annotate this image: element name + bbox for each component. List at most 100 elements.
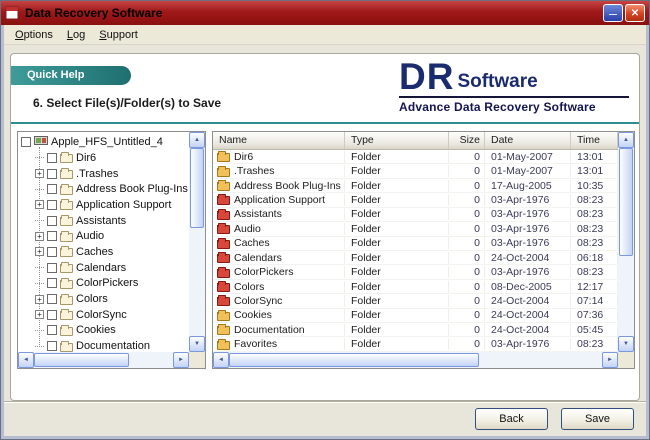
- table-row[interactable]: ColorPickersFolder003-Apr-197608:23: [213, 265, 618, 279]
- tree-horizontal-scrollbar[interactable]: ◄ ►: [18, 352, 189, 368]
- scrollbar-thumb[interactable]: [190, 148, 204, 228]
- checkbox[interactable]: [47, 325, 57, 335]
- tree-item[interactable]: +Colors: [35, 291, 189, 307]
- file-time: 05:45: [571, 324, 618, 336]
- tree-item[interactable]: Assistants: [35, 213, 189, 229]
- file-date: 24-Oct-2004: [485, 309, 571, 321]
- scroll-up-icon[interactable]: ▲: [618, 132, 634, 148]
- tree-item[interactable]: +Audio: [35, 228, 189, 244]
- expand-plus-icon[interactable]: +: [35, 310, 44, 319]
- scroll-left-icon[interactable]: ◄: [213, 352, 229, 368]
- checkbox[interactable]: [47, 278, 57, 288]
- tree-item-label: Assistants: [76, 215, 126, 227]
- table-row[interactable]: AudioFolder003-Apr-197608:23: [213, 222, 618, 236]
- column-header-type[interactable]: Type: [345, 132, 449, 149]
- table-row[interactable]: AssistantsFolder003-Apr-197608:23: [213, 208, 618, 222]
- file-date: 03-Apr-1976: [485, 194, 571, 206]
- deleted-folder-icon: [217, 283, 230, 292]
- table-row[interactable]: Address Book Plug-InsFolder017-Aug-20051…: [213, 179, 618, 193]
- checkbox[interactable]: [47, 263, 57, 273]
- checkbox[interactable]: [47, 231, 57, 241]
- column-header-date[interactable]: Date: [485, 132, 571, 149]
- scroll-down-icon[interactable]: ▼: [618, 336, 634, 352]
- expand-plus-icon[interactable]: +: [35, 200, 44, 209]
- column-header-size[interactable]: Size: [449, 132, 485, 149]
- file-size: 0: [449, 208, 485, 220]
- scroll-right-icon[interactable]: ►: [173, 352, 189, 368]
- checkbox[interactable]: [47, 153, 57, 163]
- scroll-right-icon[interactable]: ►: [602, 352, 618, 368]
- app-icon: [5, 6, 20, 21]
- file-name-cell: Colors: [213, 281, 345, 293]
- menu-item-options[interactable]: Options: [8, 27, 60, 43]
- checkbox[interactable]: [47, 184, 57, 194]
- tree-root-item[interactable]: Apple_HFS_Untitled_4: [21, 134, 189, 150]
- column-header-name[interactable]: Name: [213, 132, 345, 149]
- tree-item-label: Application Support: [76, 199, 171, 211]
- tree-connector: [35, 189, 44, 190]
- list-vertical-scrollbar[interactable]: ▲ ▼: [618, 132, 634, 352]
- tree-item[interactable]: Calendars: [35, 260, 189, 276]
- close-button[interactable]: ✕: [625, 4, 645, 22]
- deleted-folder-icon: [217, 211, 230, 220]
- file-size: 0: [449, 165, 485, 177]
- expand-plus-icon[interactable]: +: [35, 247, 44, 256]
- table-row[interactable]: .TrashesFolder001-May-200713:01: [213, 164, 618, 178]
- window-title: Data Recovery Software: [25, 6, 603, 20]
- file-type: Folder: [345, 237, 449, 249]
- save-button[interactable]: Save: [561, 408, 634, 430]
- tree-connector: [35, 330, 44, 331]
- checkbox[interactable]: [47, 200, 57, 210]
- scroll-down-icon[interactable]: ▼: [189, 336, 205, 352]
- file-size: 0: [449, 194, 485, 206]
- list-horizontal-scrollbar[interactable]: ◄ ►: [213, 352, 618, 368]
- tree-item[interactable]: + Application Support: [35, 197, 189, 213]
- checkbox[interactable]: [47, 216, 57, 226]
- checkbox[interactable]: [47, 247, 57, 257]
- tree-item[interactable]: +.Trashes: [35, 166, 189, 182]
- file-type: Folder: [345, 309, 449, 321]
- table-row[interactable]: CachesFolder003-Apr-197608:23: [213, 237, 618, 251]
- menu-item-log[interactable]: Log: [60, 27, 92, 43]
- back-button[interactable]: Back: [475, 408, 548, 430]
- checkbox[interactable]: [47, 294, 57, 304]
- checkbox[interactable]: [21, 137, 31, 147]
- checkbox[interactable]: [47, 310, 57, 320]
- file-name: Address Book Plug-Ins: [234, 180, 341, 192]
- scroll-left-icon[interactable]: ◄: [18, 352, 34, 368]
- table-row[interactable]: ColorsFolder008-Dec-200512:17: [213, 280, 618, 294]
- expand-plus-icon[interactable]: +: [35, 295, 44, 304]
- tree-item-label: Documentation: [76, 340, 150, 352]
- file-name: Assistants: [234, 208, 282, 220]
- menu-item-support[interactable]: Support: [92, 27, 145, 43]
- scrollbar-thumb[interactable]: [229, 353, 479, 367]
- tree-item[interactable]: Dir6: [35, 150, 189, 166]
- table-row[interactable]: ColorSyncFolder024-Oct-200407:14: [213, 294, 618, 308]
- scrollbar-thumb[interactable]: [34, 353, 129, 367]
- file-type: Folder: [345, 223, 449, 235]
- tree-item[interactable]: Cookies: [35, 323, 189, 339]
- table-row[interactable]: Dir6Folder001-May-200713:01: [213, 150, 618, 164]
- column-header-time[interactable]: Time: [571, 132, 618, 149]
- table-row[interactable]: Application SupportFolder003-Apr-197608:…: [213, 193, 618, 207]
- expand-plus-icon[interactable]: +: [35, 169, 44, 178]
- tree-item[interactable]: +Caches: [35, 244, 189, 260]
- table-row[interactable]: CookiesFolder024-Oct-200407:36: [213, 309, 618, 323]
- table-row[interactable]: DocumentationFolder024-Oct-200405:45: [213, 323, 618, 337]
- file-date: 24-Oct-2004: [485, 324, 571, 336]
- tree-vertical-scrollbar[interactable]: ▲ ▼: [189, 132, 205, 352]
- expand-plus-icon[interactable]: +: [35, 232, 44, 241]
- tree-item[interactable]: Documentation: [35, 338, 189, 352]
- minimize-button[interactable]: —: [603, 4, 623, 22]
- checkbox[interactable]: [47, 341, 57, 351]
- tree-item[interactable]: +ColorSync: [35, 307, 189, 323]
- file-type: Folder: [345, 295, 449, 307]
- tree-item[interactable]: Address Book Plug-Ins: [35, 181, 189, 197]
- tree-item[interactable]: ColorPickers: [35, 276, 189, 292]
- table-row[interactable]: CalendarsFolder024-Oct-200406:18: [213, 251, 618, 265]
- checkbox[interactable]: [47, 169, 57, 179]
- table-row[interactable]: FavoritesFolder003-Apr-197608:23: [213, 337, 618, 351]
- file-list-pane: NameTypeSizeDateTime Dir6Folder001-May-2…: [212, 131, 635, 369]
- scrollbar-thumb[interactable]: [619, 148, 633, 256]
- scroll-up-icon[interactable]: ▲: [189, 132, 205, 148]
